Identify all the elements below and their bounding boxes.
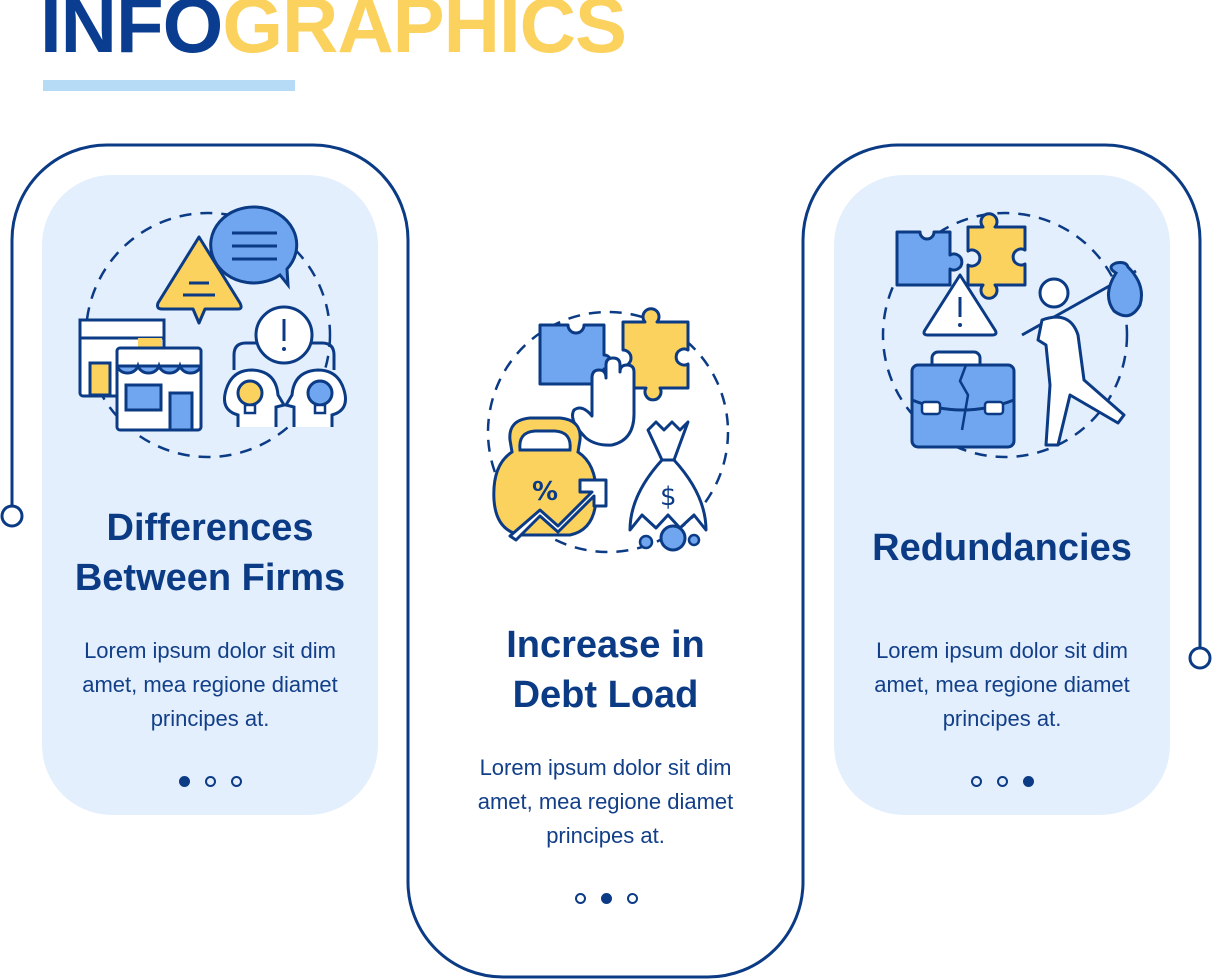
card-3-title-line-1: Redundancies [872, 527, 1132, 569]
puzzle-blue-icon [895, 230, 964, 287]
page-dot[interactable] [575, 893, 586, 904]
card-1-body: Lorem ipsum dolor sit dim amet, mea regi… [42, 634, 378, 736]
page-dot[interactable] [627, 893, 638, 904]
redundancies-icon [881, 211, 1143, 459]
page-dot[interactable] [231, 776, 242, 787]
page-dot[interactable] [997, 776, 1008, 787]
card-3-body-line-1: Lorem ipsum dolor sit dim [876, 638, 1128, 663]
card-2-body-line-1: Lorem ipsum dolor sit dim [479, 755, 732, 780]
page-dot[interactable] [205, 776, 216, 787]
svg-text:%: % [532, 477, 558, 507]
card-1-pagination [179, 776, 242, 787]
person-leaving-icon [1021, 261, 1143, 447]
puzzle-yellow-icon [966, 212, 1027, 300]
card-2-body-line-2: amet, mea regione diamet [477, 789, 734, 814]
speech-bubble-icon [209, 205, 299, 290]
idea-heads-icon [223, 368, 347, 427]
card-2-pagination [575, 893, 638, 904]
frame-start-node [0, 504, 24, 528]
card-1-body-line-1: Lorem ipsum dolor sit dim [84, 638, 336, 663]
card-2-title-line-2: Debt Load [512, 674, 699, 716]
card-3-body-line-3: principes at. [942, 706, 1062, 731]
page-dot-active[interactable] [601, 893, 612, 904]
svg-text:$: $ [660, 482, 677, 512]
card-3-body-line-2: amet, mea regione diamet [874, 672, 1130, 697]
card-2-body-line-3: principes at. [546, 823, 665, 848]
debt-load-icon: % $ [486, 307, 730, 554]
card-3-title: Redundancies [834, 523, 1170, 573]
card-3-body: Lorem ipsum dolor sit dim amet, mea regi… [834, 634, 1170, 736]
broken-briefcase-icon [910, 350, 1016, 449]
page-dot[interactable] [971, 776, 982, 787]
card-1-title: Differences Between Firms [42, 503, 378, 603]
card-1-body-line-2: amet, mea regione diamet [82, 672, 338, 697]
card-1-title-line-1: Differences [106, 507, 314, 549]
card-1-body-line-3: principes at. [150, 706, 270, 731]
card-3-pagination [971, 776, 1034, 787]
cycle-alert-icon [232, 305, 336, 370]
store-front-icon [115, 346, 203, 432]
card-1-title-line-2: Between Firms [74, 557, 346, 599]
frame-end-node [1188, 646, 1212, 670]
firm-differences-icon [78, 205, 347, 459]
card-2-title: Increase in Debt Load [408, 620, 803, 720]
money-bag-icon: $ [628, 420, 708, 552]
page-dot-active[interactable] [179, 776, 190, 787]
card-2-body: Lorem ipsum dolor sit dim amet, mea regi… [408, 751, 803, 853]
card-2-title-line-1: Increase in [506, 624, 705, 666]
page-dot-active[interactable] [1023, 776, 1034, 787]
